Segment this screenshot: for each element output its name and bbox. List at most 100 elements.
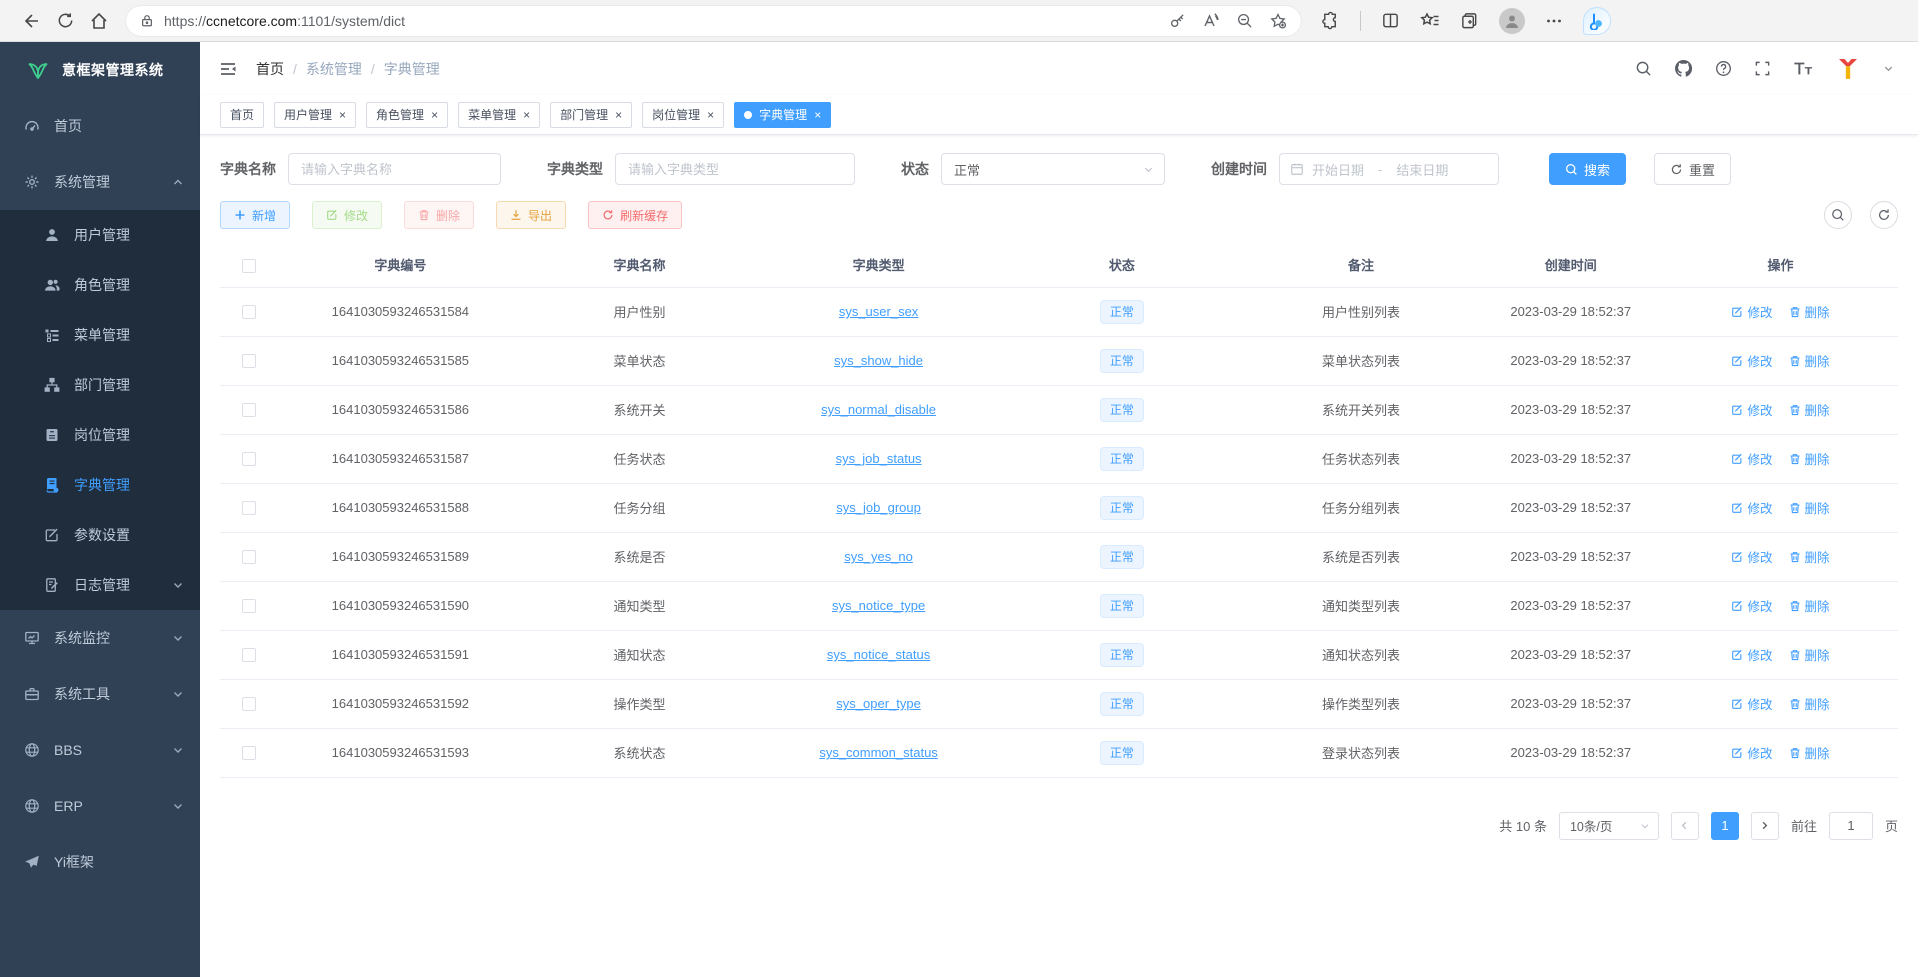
collections-icon[interactable]	[1460, 11, 1479, 30]
row-checkbox[interactable]	[242, 305, 256, 319]
row-edit-button[interactable]: 修改	[1731, 498, 1772, 517]
sidebar-item-system-mgmt[interactable]: 系统管理	[0, 154, 200, 210]
sidebar-item-menu-mgmt[interactable]: 菜单管理	[0, 310, 200, 360]
sidebar-item-erp[interactable]: ERP	[0, 778, 200, 834]
refresh-table-button[interactable]	[1870, 201, 1898, 229]
read-aloud-icon[interactable]	[1202, 12, 1220, 30]
sidebar-item-log-mgmt[interactable]: 日志管理	[0, 560, 200, 610]
dict-type-link[interactable]: sys_common_status	[819, 745, 938, 760]
dict-type-link[interactable]: sys_normal_disable	[821, 402, 936, 417]
extensions-icon[interactable]	[1321, 11, 1340, 30]
github-icon[interactable]	[1674, 59, 1693, 78]
sidebar-item-user-mgmt[interactable]: 用户管理	[0, 210, 200, 260]
refresh-cache-button[interactable]: 刷新缓存	[588, 201, 682, 229]
dict-name-input[interactable]	[288, 153, 501, 185]
sidebar-item-system-monitor[interactable]: 系统监控	[0, 610, 200, 666]
dict-type-link[interactable]: sys_show_hide	[834, 353, 923, 368]
close-icon[interactable]: ×	[339, 109, 346, 121]
row-delete-button[interactable]: 删除	[1789, 547, 1830, 566]
page-size-select[interactable]: 10条/页	[1559, 812, 1659, 840]
row-checkbox[interactable]	[242, 452, 256, 466]
tab-home[interactable]: 首页	[220, 102, 264, 128]
row-checkbox[interactable]	[242, 746, 256, 760]
fullscreen-icon[interactable]	[1754, 60, 1771, 77]
home-icon[interactable]	[82, 4, 116, 38]
row-checkbox[interactable]	[242, 403, 256, 417]
sidebar-item-bbs[interactable]: BBS	[0, 722, 200, 778]
close-icon[interactable]: ×	[615, 109, 622, 121]
search-icon[interactable]	[1635, 60, 1652, 77]
dict-type-link[interactable]: sys_job_status	[836, 451, 922, 466]
favorite-add-icon[interactable]	[1269, 12, 1287, 30]
dict-type-link[interactable]: sys_job_group	[836, 500, 921, 515]
font-size-icon[interactable]	[1793, 60, 1813, 77]
row-delete-button[interactable]: 删除	[1789, 498, 1830, 517]
toggle-search-button[interactable]	[1824, 201, 1852, 229]
sidebar-collapse-icon[interactable]	[218, 59, 238, 79]
back-icon[interactable]	[14, 4, 48, 38]
split-screen-icon[interactable]	[1381, 11, 1400, 30]
row-edit-button[interactable]: 修改	[1731, 351, 1772, 370]
row-checkbox[interactable]	[242, 501, 256, 515]
row-delete-button[interactable]: 删除	[1789, 302, 1830, 321]
delete-button[interactable]: 删除	[404, 201, 474, 229]
close-icon[interactable]: ×	[814, 109, 821, 121]
breadcrumb-home[interactable]: 首页	[256, 59, 284, 79]
row-delete-button[interactable]: 删除	[1789, 449, 1830, 468]
more-icon[interactable]	[1545, 12, 1563, 30]
sidebar-item-yi-framework[interactable]: Yi框架	[0, 834, 200, 890]
tab-dict-mgmt[interactable]: 字典管理×	[734, 102, 831, 128]
row-checkbox[interactable]	[242, 648, 256, 662]
tab-menu-mgmt[interactable]: 菜单管理×	[458, 102, 540, 128]
close-icon[interactable]: ×	[707, 109, 714, 121]
dict-type-link[interactable]: sys_user_sex	[839, 304, 918, 319]
row-edit-button[interactable]: 修改	[1731, 302, 1772, 321]
row-checkbox[interactable]	[242, 697, 256, 711]
close-icon[interactable]: ×	[523, 109, 530, 121]
row-edit-button[interactable]: 修改	[1731, 449, 1772, 468]
address-bar[interactable]: https://ccnetcore.com:1101/system/dict	[126, 6, 1301, 36]
row-edit-button[interactable]: 修改	[1731, 400, 1772, 419]
help-icon[interactable]	[1715, 60, 1732, 77]
zoom-out-icon[interactable]	[1236, 12, 1253, 29]
search-button[interactable]: 搜索	[1549, 153, 1626, 185]
close-icon[interactable]: ×	[431, 109, 438, 121]
dict-type-input[interactable]	[615, 153, 855, 185]
sidebar-item-post-mgmt[interactable]: 岗位管理	[0, 410, 200, 460]
row-checkbox[interactable]	[242, 550, 256, 564]
select-all-checkbox[interactable]	[242, 259, 256, 273]
dict-type-link[interactable]: sys_notice_status	[827, 647, 930, 662]
row-checkbox[interactable]	[242, 354, 256, 368]
breadcrumb-level1[interactable]: 系统管理	[306, 59, 362, 79]
dict-type-link[interactable]: sys_notice_type	[832, 598, 925, 613]
status-select[interactable]: 正常	[941, 153, 1165, 185]
tab-user-mgmt[interactable]: 用户管理×	[274, 102, 356, 128]
date-range-picker[interactable]: 开始日期 - 结束日期	[1279, 153, 1499, 185]
tab-post-mgmt[interactable]: 岗位管理×	[642, 102, 724, 128]
edit-button[interactable]: 修改	[312, 201, 382, 229]
add-button[interactable]: 新增	[220, 201, 290, 229]
reset-button[interactable]: 重置	[1654, 153, 1731, 185]
next-page-button[interactable]	[1751, 812, 1779, 840]
tab-dept-mgmt[interactable]: 部门管理×	[550, 102, 632, 128]
current-page[interactable]: 1	[1711, 812, 1739, 840]
sidebar-item-system-tools[interactable]: 系统工具	[0, 666, 200, 722]
profile-avatar[interactable]	[1499, 8, 1525, 34]
caret-down-icon[interactable]	[1883, 63, 1894, 74]
row-delete-button[interactable]: 删除	[1789, 645, 1830, 664]
sidebar-item-role-mgmt[interactable]: 角色管理	[0, 260, 200, 310]
row-edit-button[interactable]: 修改	[1731, 694, 1772, 713]
row-delete-button[interactable]: 删除	[1789, 351, 1830, 370]
favorites-icon[interactable]	[1420, 11, 1440, 31]
row-delete-button[interactable]: 删除	[1789, 743, 1830, 762]
tab-role-mgmt[interactable]: 角色管理×	[366, 102, 448, 128]
sidebar-item-param-settings[interactable]: 参数设置	[0, 510, 200, 560]
sidebar-item-dept-mgmt[interactable]: 部门管理	[0, 360, 200, 410]
dict-type-link[interactable]: sys_yes_no	[844, 549, 913, 564]
row-delete-button[interactable]: 删除	[1789, 400, 1830, 419]
key-icon[interactable]	[1169, 12, 1186, 29]
export-button[interactable]: 导出	[496, 201, 566, 229]
row-edit-button[interactable]: 修改	[1731, 645, 1772, 664]
row-checkbox[interactable]	[242, 599, 256, 613]
sidebar-item-home[interactable]: 首页	[0, 98, 200, 154]
